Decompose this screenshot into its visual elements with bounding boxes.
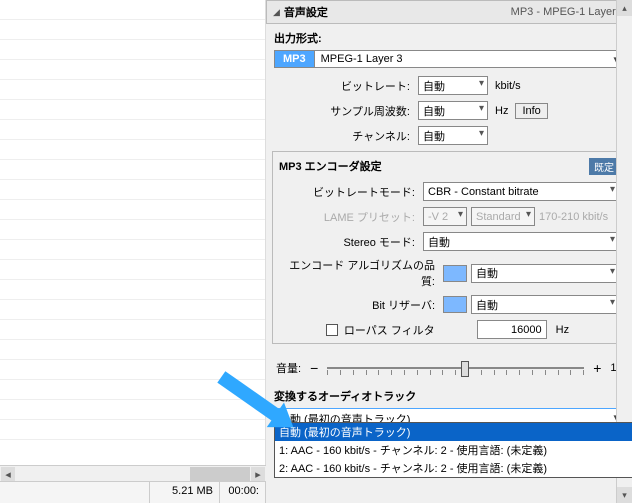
bit-reserve-select[interactable]: 自動 bbox=[471, 295, 619, 314]
bitrate-mode-select[interactable]: CBR - Constant bitrate bbox=[423, 182, 619, 201]
file-list-panel: ◂ ▸ 5.21 MB 00:00: bbox=[0, 0, 266, 503]
section-header[interactable]: ◢ 音声設定 MP3 - MPEG-1 Layer 3 bbox=[266, 0, 632, 24]
output-format-label: 出力形式: bbox=[274, 30, 624, 46]
horizontal-scrollbar[interactable]: ◂ ▸ bbox=[0, 465, 266, 481]
lowpass-input[interactable] bbox=[477, 320, 547, 339]
channel-select[interactable]: 自動 bbox=[418, 126, 488, 145]
algo-quality-label: エンコード アルゴリズムの品質: bbox=[279, 257, 439, 289]
encoder-group-title: MP3 エンコーダ設定 bbox=[279, 158, 382, 174]
lowpass-label: ローパス フィルタ bbox=[344, 322, 435, 338]
lame-preset-std: Standard bbox=[471, 207, 535, 226]
reserve-color-swatch bbox=[443, 296, 467, 313]
info-button[interactable]: Info bbox=[515, 103, 547, 119]
bitrate-select[interactable]: 自動 bbox=[418, 76, 488, 95]
lowpass-checkbox[interactable] bbox=[326, 324, 338, 336]
volume-slider[interactable] bbox=[327, 358, 584, 378]
format-select[interactable]: MPEG-1 Layer 3 bbox=[315, 50, 624, 68]
algo-color-swatch bbox=[443, 265, 467, 282]
lame-preset-label: LAME プリセット: bbox=[279, 209, 419, 225]
track-option-1[interactable]: 1: AAC - 160 kbit/s - チャンネル: 2 - 使用言語: (… bbox=[275, 441, 632, 459]
stereo-mode-label: Stereo モード: bbox=[279, 234, 419, 250]
status-bar: 5.21 MB 00:00: bbox=[0, 481, 266, 503]
lame-preset-v: -V 2 bbox=[423, 207, 467, 226]
samplerate-label: サンプル周波数: bbox=[274, 103, 414, 119]
volume-label: 音量: bbox=[276, 360, 301, 376]
format-badge: MP3 bbox=[274, 50, 315, 68]
volume-plus[interactable]: + bbox=[590, 360, 604, 376]
panel-subtitle: MP3 - MPEG-1 Layer 3 bbox=[511, 6, 625, 18]
encoder-group: MP3 エンコーダ設定 既定 ビットレートモード: CBR - Constant… bbox=[272, 151, 626, 344]
samplerate-select[interactable]: 自動 bbox=[418, 101, 488, 120]
track-option-auto[interactable]: 自動 (最初の音声トラック) bbox=[275, 423, 632, 441]
default-badge[interactable]: 既定 bbox=[589, 158, 619, 175]
stereo-mode-select[interactable]: 自動 bbox=[423, 232, 619, 251]
algo-quality-select[interactable]: 自動 bbox=[471, 264, 619, 283]
audio-track-label: 変換するオーディオトラック bbox=[274, 388, 624, 404]
track-option-2[interactable]: 2: AAC - 160 kbit/s - チャンネル: 2 - 使用言語: (… bbox=[275, 459, 632, 477]
lowpass-unit: Hz bbox=[553, 324, 572, 336]
channel-label: チャンネル: bbox=[274, 128, 414, 144]
panel-title: 音声設定 bbox=[284, 4, 328, 20]
lame-preset-range: 170-210 kbit/s bbox=[539, 211, 608, 223]
bitrate-label: ビットレート: bbox=[274, 78, 414, 94]
total-size: 5.21 MB bbox=[150, 482, 220, 503]
audio-track-dropdown: 自動 (最初の音声トラック) 1: AAC - 160 kbit/s - チャン… bbox=[274, 422, 632, 478]
collapse-icon: ◢ bbox=[273, 7, 280, 18]
bitrate-mode-label: ビットレートモード: bbox=[279, 184, 419, 200]
audio-settings-panel: ◢ 音声設定 MP3 - MPEG-1 Layer 3 出力形式: MP3 MP… bbox=[266, 0, 632, 503]
samplerate-unit: Hz bbox=[492, 105, 511, 117]
bit-reserve-label: Bit リザーバ: bbox=[279, 297, 439, 313]
total-time: 00:00: bbox=[220, 482, 266, 503]
volume-minus[interactable]: − bbox=[307, 360, 321, 376]
bitrate-unit: kbit/s bbox=[492, 80, 524, 92]
